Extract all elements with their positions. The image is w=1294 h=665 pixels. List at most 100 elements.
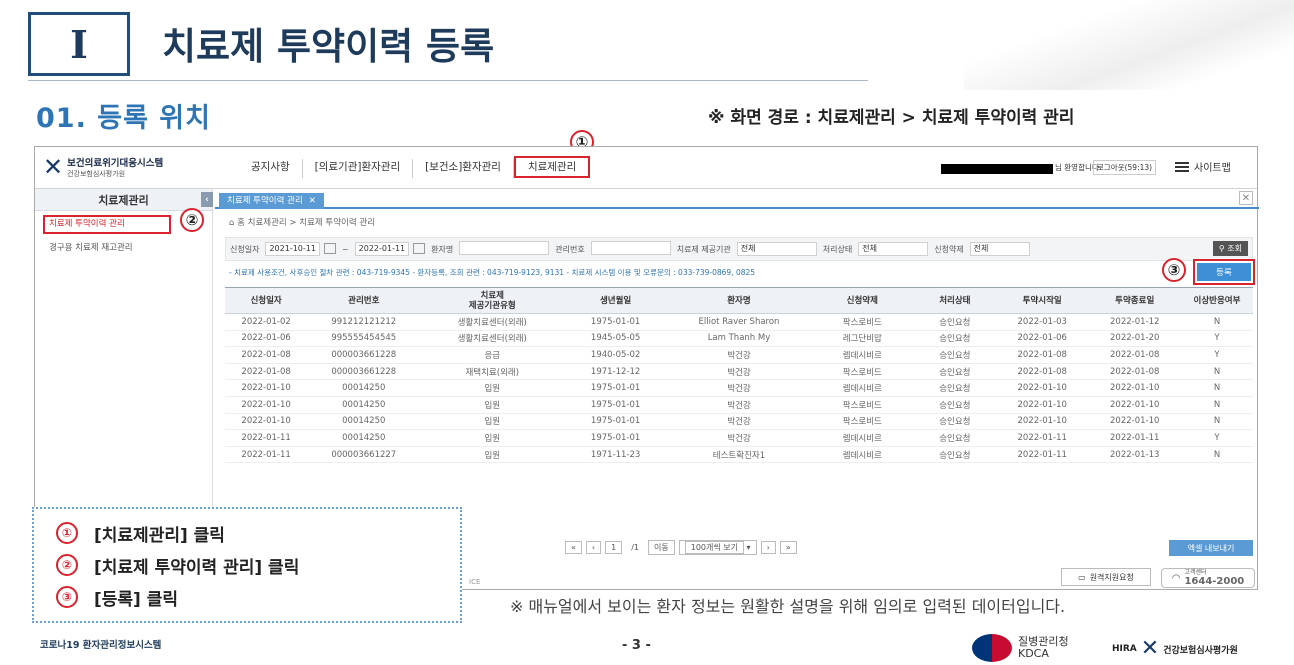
table-body: 2022-01-02 991212121212 생활치료센터(외래) 1975-01-… (225, 313, 1253, 464)
header-decoration (964, 0, 1294, 90)
calendar-icon[interactable] (413, 243, 426, 254)
table-row[interactable]: 2022-01-02 991212121212 생활치료센터(외래) 1975-01-… (225, 313, 1253, 331)
sidebar-item-label: 치료제 투약이력 관리 (49, 219, 125, 229)
col-header[interactable]: 생년월일 (564, 287, 668, 314)
instruction-text: [치료제관리] 클릭 (94, 525, 225, 546)
table-cell: 승인요청 (913, 446, 996, 464)
hira-mark-icon: ✕ (1140, 636, 1160, 661)
nav-hospital-patient[interactable]: [의료기관]환자관리 (303, 159, 414, 178)
table-cell: 2022-01-08 (1088, 363, 1181, 381)
nav-notice[interactable]: 공지사항 (239, 159, 303, 178)
prev-page-icon[interactable]: ‹ (585, 541, 602, 554)
table-row[interactable]: 2022-01-11 00014250 입원 1975-01-01 박건강 렘데시비르 승인… (225, 429, 1253, 447)
tab-treatment-history[interactable]: 치료제 투약이력 관리 ✕ (219, 193, 324, 209)
table-cell: 2022-01-10 (225, 413, 308, 431)
next-page-icon[interactable]: › (760, 541, 776, 554)
table-cell: 렘데시비르 (810, 429, 914, 447)
table-row[interactable]: 2022-01-10 00014250 입원 1975-01-01 박건강 팍스로비드 승인… (225, 413, 1253, 431)
date-to-input[interactable]: 2022-01-11 (354, 242, 410, 256)
col-header[interactable]: 환자명 (667, 287, 811, 314)
table-cell: 2022-01-10 (225, 379, 308, 397)
apply-date-label: 신청일자 (230, 244, 260, 254)
col-header[interactable]: 관리번호 (307, 287, 421, 314)
breadcrumb-text: 홈 치료제관리 > 치료제 투약이력 관리 (237, 218, 376, 228)
call-center-button[interactable]: ◠ 고객센터 1644-2000 (1161, 568, 1255, 588)
col-header[interactable]: 이상반응여부 (1180, 287, 1253, 314)
table-cell: 000003661227 (307, 446, 421, 464)
search-button[interactable]: ⚲ 조회 (1212, 241, 1248, 256)
table-cell: 2022-01-06 (225, 330, 308, 348)
history-table: 신청일자 관리번호 치료제 제공기관유형 생년월일 환자명 신청약제 처리상태 … (225, 287, 1253, 464)
footer-name: 환자관리정보시스템 (82, 640, 162, 651)
patient-name-input[interactable] (459, 241, 550, 255)
title-divider (28, 80, 868, 81)
sidebar-collapse-icon[interactable]: ‹ (201, 192, 213, 207)
table-cell: 2022-01-10 (1088, 396, 1181, 414)
register-button[interactable]: 등록 (1193, 259, 1255, 285)
table-cell: 생활치료센터(외래) (420, 330, 565, 348)
provider-select[interactable]: 전체 (736, 242, 817, 256)
table-cell: 995555454545 (307, 330, 421, 348)
sidebar-item-oral-stock[interactable]: 경구용 치료제 재고관리 (35, 238, 212, 258)
per-page-select[interactable]: 100개씩 보기 ▾ (678, 540, 757, 555)
calendar-icon[interactable] (323, 243, 336, 254)
drug-select[interactable]: 전체 (969, 242, 1030, 256)
system-logo[interactable]: ✕ 보건의료위기대응시스템 건강보험심사평가원 (43, 155, 163, 179)
instructions-box: ① [치료제관리] 클릭 ② [치료제 투약이력 관리] 클릭 ③ [등록] 클… (32, 507, 462, 623)
nav-treatment-management[interactable]: 치료제관리 (513, 156, 591, 178)
kdca-logo: 질병관리청 KDCA (972, 634, 1069, 662)
table-cell: 입원 (420, 396, 565, 414)
logout-button[interactable]: 로그아웃(59:13) (1093, 160, 1157, 175)
tab-bar: 치료제 투약이력 관리 ✕ ✕ (215, 189, 1259, 209)
table-row[interactable]: 2022-01-10 00014250 입원 1975-01-01 박건강 렘데시비르 승인… (225, 379, 1253, 397)
instruction-number: ③ (56, 586, 78, 608)
last-page-icon[interactable]: » (779, 541, 797, 554)
date-from-input[interactable]: 2021-10-11 (265, 242, 320, 256)
table-cell: Elliot Raver Sharon (667, 313, 811, 331)
col-header[interactable]: 처리상태 (913, 287, 996, 314)
drug-label: 신청약제 (934, 244, 964, 254)
hamburger-icon (1175, 160, 1189, 174)
section-title: 치료제 투약이력 등록 (162, 25, 495, 68)
table-cell: 00014250 (307, 429, 421, 447)
table-cell: 승인요청 (913, 330, 996, 348)
table-cell: 1975-01-01 (564, 396, 668, 414)
table-cell: 박건강 (667, 429, 811, 447)
status-select[interactable]: 전체 (858, 242, 929, 256)
col-header[interactable]: 신청약제 (810, 287, 914, 314)
table-row[interactable]: 2022-01-06 995555454545 생활치료센터(외래) 1945-05-… (225, 330, 1253, 348)
page-number: - 3 - (622, 638, 651, 653)
col-header[interactable]: 치료제 제공기관유형 (420, 287, 565, 314)
table-row[interactable]: 2022-01-11 000003661227 입원 1971-11-23 테스트확진자… (225, 446, 1253, 464)
go-button[interactable]: 이동 (648, 540, 675, 555)
nav-health-center-patient[interactable]: [보건소]환자관리 (413, 159, 514, 178)
instruction-text: [치료제 투약이력 관리] 클릭 (94, 557, 300, 578)
excel-export-button[interactable]: 엑셀 내보내기 (1169, 540, 1253, 556)
col-header[interactable]: 투약시작일 (995, 287, 1089, 314)
close-all-icon[interactable]: ✕ (1239, 191, 1253, 205)
table-cell: 팍스로비드 (810, 313, 914, 331)
footer-fragment: ICE (469, 578, 481, 586)
table-row[interactable]: 2022-01-08 000003661228 응급 1940-05-02 박건강 렘데시… (225, 346, 1253, 364)
page-input[interactable]: 1 (605, 541, 623, 554)
table-cell: N (1180, 396, 1253, 414)
sitemap-button[interactable]: 사이트맵 (1175, 159, 1231, 174)
table-cell: 렘데시비르 (810, 379, 914, 397)
table-cell: 00014250 (307, 396, 421, 414)
col-header[interactable]: 신청일자 (225, 287, 308, 314)
table-row[interactable]: 2022-01-08 000003661228 재택치료(외래) 1971-12-12… (225, 363, 1253, 381)
table-cell: 1975-01-01 (564, 313, 668, 331)
first-page-icon[interactable]: « (565, 541, 582, 554)
table-cell: N (1180, 379, 1253, 397)
table-row[interactable]: 2022-01-10 00014250 입원 1975-01-01 박건강 팍스로비드 승인… (225, 396, 1253, 414)
mgmt-number-input[interactable] (590, 241, 671, 255)
table-cell: 1945-05-05 (564, 330, 668, 348)
remote-support-label: 원격지원요청 (1089, 572, 1134, 582)
table-cell: 박건강 (667, 363, 811, 381)
remote-support-button[interactable]: ▭ 원격지원요청 (1061, 568, 1151, 586)
sidebar-item-treatment-history[interactable]: 치료제 투약이력 관리 (43, 215, 171, 234)
table-cell: 박건강 (667, 346, 811, 364)
tab-close-icon[interactable]: ✕ (309, 196, 316, 206)
col-header[interactable]: 투약종료일 (1088, 287, 1181, 314)
subsection-title: 01. 등록 위치 (36, 103, 211, 134)
